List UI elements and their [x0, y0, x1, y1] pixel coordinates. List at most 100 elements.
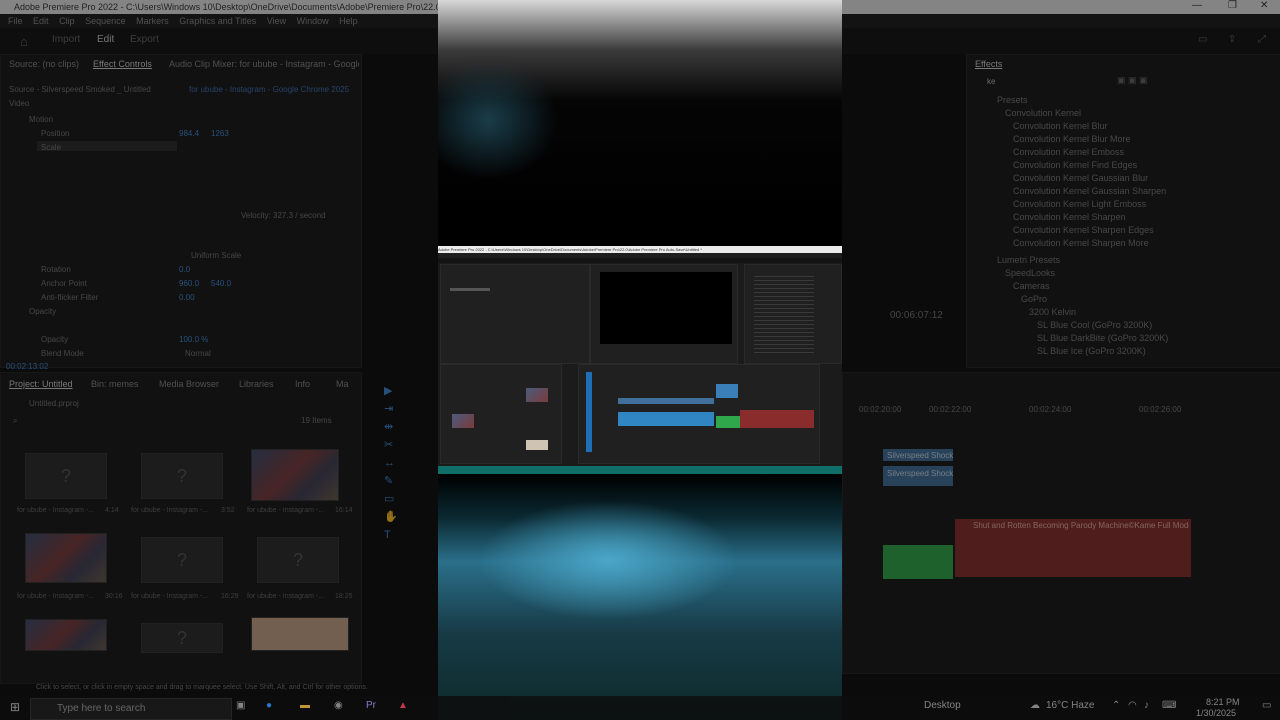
selection-tool-icon[interactable]: ▶: [384, 382, 400, 400]
type-tool-icon[interactable]: T: [384, 526, 400, 544]
tab-project[interactable]: Project: Untitled: [9, 379, 73, 389]
project-item-6[interactable]: ?: [257, 537, 339, 583]
effects-item-8[interactable]: Convolution Kernel Gaussian Sharpen: [1013, 186, 1166, 196]
tab-edit[interactable]: Edit: [97, 34, 114, 45]
effects-item-15[interactable]: Cameras: [1013, 281, 1050, 291]
effects-item-1[interactable]: Presets: [997, 95, 1028, 105]
position-x[interactable]: 984.4: [179, 129, 199, 138]
tab-bin-memes[interactable]: Bin: memes: [91, 379, 139, 389]
effects-item-6[interactable]: Convolution Kernel Find Edges: [1013, 160, 1137, 170]
anchor-y[interactable]: 540.0: [211, 279, 231, 288]
tray-chevron-icon[interactable]: ⌃: [1112, 700, 1120, 711]
weather-text[interactable]: 16°C Haze: [1046, 700, 1094, 711]
effects-search-input[interactable]: ke: [987, 77, 995, 86]
tab-libraries[interactable]: Libraries: [239, 379, 274, 389]
search-icon[interactable]: ⌕: [13, 416, 17, 426]
project-item-5[interactable]: ?: [141, 537, 223, 583]
close-button[interactable]: ✕: [1260, 0, 1268, 11]
timeline-audio-clip[interactable]: [883, 545, 953, 579]
section-motion[interactable]: Motion: [29, 115, 53, 124]
effects-item-2[interactable]: Convolution Kernel: [1005, 108, 1081, 118]
effects-item-12[interactable]: Convolution Kernel Sharpen More: [1013, 238, 1149, 248]
notifications-icon[interactable]: ▭: [1262, 700, 1271, 711]
tab-source[interactable]: Source: (no clips): [9, 59, 79, 69]
opacity-value[interactable]: 100.0 %: [179, 335, 208, 344]
edge-browser-icon[interactable]: ●: [266, 700, 272, 711]
menu-sequence[interactable]: Sequence: [85, 16, 126, 26]
minimize-button[interactable]: —: [1192, 0, 1202, 11]
effects-item-14[interactable]: SpeedLooks: [1005, 268, 1055, 278]
effects-item-3[interactable]: Convolution Kernel Blur: [1013, 121, 1108, 131]
acrobat-icon[interactable]: ▲: [398, 700, 408, 711]
tab-info[interactable]: Info: [295, 379, 310, 389]
effects-item-11[interactable]: Convolution Kernel Sharpen Edges: [1013, 225, 1154, 235]
language-label[interactable]: ⌨: [1162, 700, 1176, 711]
blend-mode-select[interactable]: Normal: [185, 349, 211, 358]
position-y[interactable]: 1263: [211, 129, 229, 138]
menu-edit[interactable]: Edit: [33, 16, 49, 26]
tab-effect-controls[interactable]: Effect Controls: [93, 59, 152, 69]
effects-item-5[interactable]: Convolution Kernel Emboss: [1013, 147, 1124, 157]
share-icon[interactable]: ⇪: [1228, 34, 1236, 45]
weather-icon[interactable]: ☁: [1030, 700, 1040, 711]
volume-icon[interactable]: ♪: [1144, 700, 1149, 711]
project-item-3[interactable]: [251, 449, 339, 501]
menu-clip[interactable]: Clip: [59, 16, 75, 26]
menu-markers[interactable]: Markers: [136, 16, 169, 26]
rectangle-tool-icon[interactable]: ▭: [384, 490, 400, 508]
windows-start-icon[interactable]: ⊞: [10, 700, 20, 714]
workspace-icon[interactable]: ▭: [1198, 34, 1207, 45]
effects-item-13[interactable]: Lumetri Presets: [997, 255, 1060, 265]
home-icon[interactable]: ⌂: [20, 34, 28, 49]
hand-tool-icon[interactable]: ✋: [384, 508, 400, 526]
tab-export[interactable]: Export: [130, 34, 159, 45]
task-view-icon[interactable]: ▣: [236, 700, 245, 711]
clock-date[interactable]: 1/30/2025: [1196, 708, 1236, 718]
section-opacity[interactable]: Opacity: [29, 307, 56, 316]
tab-media-browser[interactable]: Media Browser: [159, 379, 219, 389]
menu-file[interactable]: File: [8, 16, 23, 26]
accelerated-effects-icon[interactable]: ▣ ▣ ▣: [1117, 75, 1148, 86]
effects-item-20[interactable]: SL Blue Ice (GoPro 3200K): [1037, 346, 1146, 356]
network-icon[interactable]: ◠: [1128, 700, 1137, 711]
effects-item-4[interactable]: Convolution Kernel Blur More: [1013, 134, 1131, 144]
project-item-7[interactable]: [25, 619, 107, 651]
effects-item-7[interactable]: Convolution Kernel Gaussian Blur: [1013, 173, 1148, 183]
effects-item-17[interactable]: 3200 Kelvin: [1029, 307, 1076, 317]
razor-tool-icon[interactable]: ✂: [384, 436, 400, 454]
tab-audio-clip-mixer[interactable]: Audio Clip Mixer: for ubube - Instagram …: [169, 59, 359, 69]
tab-import[interactable]: Import: [52, 34, 80, 45]
anti-flicker-value[interactable]: 0.00: [179, 293, 195, 302]
menu-view[interactable]: View: [267, 16, 286, 26]
menu-graphics[interactable]: Graphics and Titles: [179, 16, 256, 26]
project-item-8[interactable]: ?: [141, 623, 223, 653]
track-select-icon[interactable]: ⇥: [384, 400, 400, 418]
pen-tool-icon[interactable]: ✎: [384, 472, 400, 490]
effects-item-9[interactable]: Convolution Kernel Light Emboss: [1013, 199, 1146, 209]
prop-uniform-scale[interactable]: Uniform Scale: [191, 251, 241, 260]
obs-icon[interactable]: ◉: [334, 700, 343, 711]
taskbar-search[interactable]: Type here to search: [30, 698, 232, 720]
timeline-tick-4: 00:02:26:00: [1139, 405, 1182, 414]
project-item-2[interactable]: ?: [141, 453, 223, 499]
slip-tool-icon[interactable]: ↔: [384, 454, 400, 472]
clock-time[interactable]: 8:21 PM: [1206, 697, 1240, 707]
menu-help[interactable]: Help: [339, 16, 358, 26]
effects-item-16[interactable]: GoPro: [1021, 294, 1047, 304]
effects-item-18[interactable]: SL Blue Cool (GoPro 3200K): [1037, 320, 1152, 330]
project-item-4[interactable]: [25, 533, 107, 583]
premiere-pro-icon[interactable]: Pr: [366, 700, 376, 711]
menu-window[interactable]: Window: [297, 16, 329, 26]
project-item-9[interactable]: [251, 617, 349, 651]
effects-item-19[interactable]: SL Blue DarkBite (GoPro 3200K): [1037, 333, 1168, 343]
tab-markers[interactable]: Ma: [336, 379, 349, 389]
desktop-label[interactable]: Desktop: [924, 700, 961, 711]
maximize-button[interactable]: ❐: [1228, 0, 1237, 11]
ripple-edit-icon[interactable]: ⇹: [384, 418, 400, 436]
anchor-x[interactable]: 960.0: [179, 279, 199, 288]
file-explorer-icon[interactable]: ▬: [300, 700, 310, 711]
rotation-value[interactable]: 0.0: [179, 265, 190, 274]
effects-item-10[interactable]: Convolution Kernel Sharpen: [1013, 212, 1126, 222]
fullscreen-icon[interactable]: ⤢: [1258, 34, 1266, 45]
project-item-1[interactable]: ?: [25, 453, 107, 499]
